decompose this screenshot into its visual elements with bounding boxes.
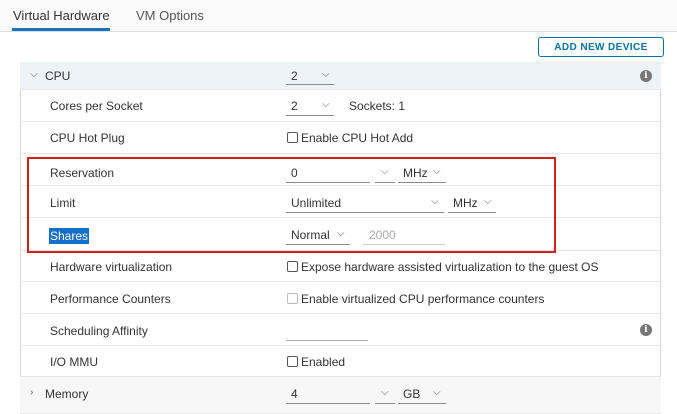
add-new-device-button[interactable]: ADD NEW DEVICE xyxy=(538,37,664,57)
memory-label: Memory xyxy=(45,387,89,401)
scheduling-affinity-underline xyxy=(286,340,368,341)
memory-size-underline xyxy=(286,403,370,404)
chevron-down-icon[interactable]: ⌵ xyxy=(30,69,38,80)
cpu-hot-add-label: Enable CPU Hot Add xyxy=(301,131,414,145)
performance-counters-label: Performance Counters xyxy=(50,292,171,306)
scheduling-affinity-label: Scheduling Affinity xyxy=(50,324,148,338)
chevron-right-icon[interactable]: › xyxy=(30,387,33,398)
io-mmu-row: I/O MMU Enabled xyxy=(20,346,661,377)
expose-hw-virtualization-checkbox[interactable] xyxy=(287,261,298,272)
sockets-text: Sockets: 1 xyxy=(349,99,406,113)
memory-row: › Memory 4 ⌵ GB ⌵ xyxy=(20,377,661,414)
highlight-box xyxy=(27,157,556,253)
memory-dropdown-underline xyxy=(375,403,395,404)
io-mmu-checkbox-label: Enabled xyxy=(301,355,346,369)
performance-counters-row: Performance Counters Enable virtualized … xyxy=(20,282,661,314)
info-icon[interactable]: i xyxy=(640,70,652,82)
tab-virtual-hardware[interactable]: Virtual Hardware xyxy=(13,8,110,23)
cores-per-socket-select[interactable]: 2 xyxy=(291,99,298,113)
cpu-hot-plug-label: CPU Hot Plug xyxy=(50,131,125,145)
memory-unit-underline xyxy=(398,403,446,404)
cpu-count-select[interactable]: 2 xyxy=(291,69,298,83)
chevron-down-icon[interactable]: ⌵ xyxy=(322,99,330,110)
cpu-hot-plug-row: CPU Hot Plug Enable CPU Hot Add xyxy=(20,122,661,154)
cpu-hot-add-checkbox[interactable] xyxy=(287,132,298,143)
chevron-down-icon[interactable]: ⌵ xyxy=(322,69,330,80)
cpu-label: CPU xyxy=(45,69,71,83)
cores-per-socket-row: Cores per Socket 2 ⌵ Sockets: 1 xyxy=(20,90,661,122)
cores-underline xyxy=(286,115,334,116)
chevron-down-icon[interactable]: ⌵ xyxy=(433,387,441,398)
memory-size-input[interactable]: 4 xyxy=(291,387,298,401)
tabs-divider xyxy=(0,31,677,32)
hardware-virtualization-row: Hardware virtualization Expose hardware … xyxy=(20,251,661,282)
tab-vm-options[interactable]: VM Options xyxy=(136,8,204,23)
chevron-down-icon[interactable]: ⌵ xyxy=(381,387,389,398)
memory-unit-select[interactable]: GB xyxy=(403,387,420,401)
expose-hw-virtualization-label: Expose hardware assisted virtualization … xyxy=(301,260,599,274)
perf-counters-checkbox-label: Enable virtualized CPU performance count… xyxy=(301,292,545,306)
cores-per-socket-label: Cores per Socket xyxy=(50,99,143,113)
scheduling-affinity-row: Scheduling Affinity i xyxy=(20,314,661,346)
io-mmu-checkbox[interactable] xyxy=(287,356,298,367)
io-mmu-label: I/O MMU xyxy=(50,355,98,369)
perf-counters-checkbox[interactable] xyxy=(287,293,298,304)
info-icon[interactable]: i xyxy=(640,324,652,336)
hardware-virtualization-label: Hardware virtualization xyxy=(50,260,173,274)
cpu-row: ⌵ CPU 2 ⌵ i xyxy=(20,62,661,90)
cpu-count-underline xyxy=(286,84,334,85)
